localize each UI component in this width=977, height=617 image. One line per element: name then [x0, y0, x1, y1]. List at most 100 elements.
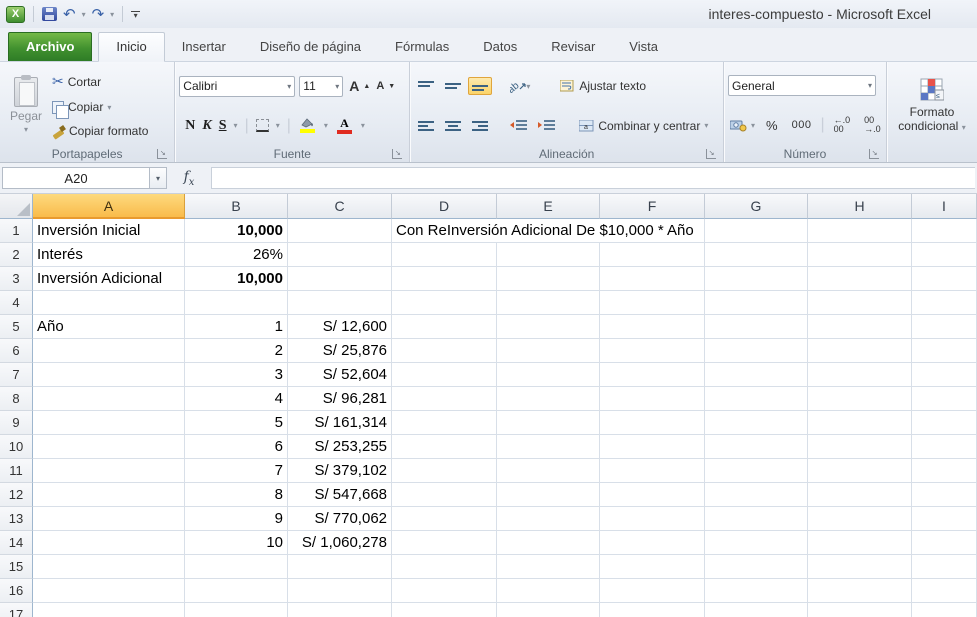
cell-B3[interactable]: 10,000 — [185, 267, 288, 291]
redo-icon[interactable]: ↷ — [92, 7, 105, 22]
cell-I12[interactable] — [912, 483, 977, 507]
cell-I14[interactable] — [912, 531, 977, 555]
decrease-indent-button[interactable] — [506, 117, 531, 135]
cell-F6[interactable] — [600, 339, 705, 363]
cell-G1[interactable] — [705, 219, 808, 243]
fill-color-button[interactable] — [298, 117, 317, 134]
tab-formulas[interactable]: Fórmulas — [378, 33, 466, 61]
cell-H6[interactable] — [808, 339, 912, 363]
cell-E12[interactable] — [497, 483, 600, 507]
formula-input[interactable] — [211, 167, 975, 189]
cell-F13[interactable] — [600, 507, 705, 531]
cell-A14[interactable] — [33, 531, 185, 555]
excel-app-icon[interactable]: X — [6, 6, 25, 23]
cell-I5[interactable] — [912, 315, 977, 339]
cell-D15[interactable] — [392, 555, 497, 579]
tab-revisar[interactable]: Revisar — [534, 33, 612, 61]
cell-A8[interactable] — [33, 387, 185, 411]
cell-E8[interactable] — [497, 387, 600, 411]
dialog-launcher-icon[interactable]: ↘ — [157, 149, 167, 159]
orientation-button[interactable]: ab ▾ — [506, 76, 534, 96]
cell-A9[interactable] — [33, 411, 185, 435]
row-header-3[interactable]: 3 — [0, 267, 33, 291]
cell-D8[interactable] — [392, 387, 497, 411]
cell-E3[interactable] — [497, 267, 600, 291]
font-size-select[interactable]: 11 ▾ — [299, 76, 343, 97]
cell-B4[interactable] — [185, 291, 288, 315]
select-all-corner[interactable] — [0, 194, 33, 219]
font-color-button[interactable]: A — [335, 116, 354, 135]
cell-F11[interactable] — [600, 459, 705, 483]
cell-E13[interactable] — [497, 507, 600, 531]
cell-B13[interactable]: 9 — [185, 507, 288, 531]
cell-D11[interactable] — [392, 459, 497, 483]
cell-A4[interactable] — [33, 291, 185, 315]
cell-G14[interactable] — [705, 531, 808, 555]
cell-H14[interactable] — [808, 531, 912, 555]
cell-G12[interactable] — [705, 483, 808, 507]
format-painter-button[interactable]: Copiar formato — [48, 122, 152, 140]
cell-H8[interactable] — [808, 387, 912, 411]
cell-F9[interactable] — [600, 411, 705, 435]
cell-A1[interactable]: Inversión Inicial — [33, 219, 185, 243]
cell-B2[interactable]: 26% — [185, 243, 288, 267]
row-header-8[interactable]: 8 — [0, 387, 33, 411]
dialog-launcher-icon[interactable]: ↘ — [392, 149, 402, 159]
cell-D7[interactable] — [392, 363, 497, 387]
cell-G16[interactable] — [705, 579, 808, 603]
cell-F14[interactable] — [600, 531, 705, 555]
cell-I13[interactable] — [912, 507, 977, 531]
cell-G8[interactable] — [705, 387, 808, 411]
row-header-7[interactable]: 7 — [0, 363, 33, 387]
cell-A17[interactable] — [33, 603, 185, 617]
cell-F8[interactable] — [600, 387, 705, 411]
shrink-font-button[interactable]: A▼ — [374, 80, 397, 92]
column-header-D[interactable]: D — [392, 194, 497, 219]
column-header-B[interactable]: B — [185, 194, 288, 219]
cell-A7[interactable] — [33, 363, 185, 387]
cell-F15[interactable] — [600, 555, 705, 579]
cell-C5[interactable]: S/ 12,600 — [288, 315, 392, 339]
row-header-5[interactable]: 5 — [0, 315, 33, 339]
cell-A6[interactable] — [33, 339, 185, 363]
tab-vista[interactable]: Vista — [612, 33, 675, 61]
cell-A12[interactable] — [33, 483, 185, 507]
cell-F7[interactable] — [600, 363, 705, 387]
cell-A2[interactable]: Interés — [33, 243, 185, 267]
tab-datos[interactable]: Datos — [466, 33, 534, 61]
fill-color-dropdown-icon[interactable]: ▾ — [324, 121, 328, 130]
cell-A5[interactable]: Año — [33, 315, 185, 339]
underline-dropdown-icon[interactable]: ▾ — [234, 121, 238, 130]
cell-C14[interactable]: S/ 1,060,278 — [288, 531, 392, 555]
cell-C6[interactable]: S/ 25,876 — [288, 339, 392, 363]
cell-E11[interactable] — [497, 459, 600, 483]
cell-G9[interactable] — [705, 411, 808, 435]
cell-H10[interactable] — [808, 435, 912, 459]
tab-diseno-de-pagina[interactable]: Diseño de página — [243, 33, 378, 61]
cell-I7[interactable] — [912, 363, 977, 387]
cell-H13[interactable] — [808, 507, 912, 531]
cut-button[interactable]: ✂ Cortar — [48, 71, 152, 92]
cell-H17[interactable] — [808, 603, 912, 617]
cell-C16[interactable] — [288, 579, 392, 603]
increase-decimal-button[interactable]: ←.0 00 — [829, 114, 856, 136]
cell-D5[interactable] — [392, 315, 497, 339]
cell-B1[interactable]: 10,000 — [185, 219, 288, 243]
cell-F3[interactable] — [600, 267, 705, 291]
cell-H12[interactable] — [808, 483, 912, 507]
cell-G4[interactable] — [705, 291, 808, 315]
cell-F17[interactable] — [600, 603, 705, 617]
cell-E16[interactable] — [497, 579, 600, 603]
row-header-10[interactable]: 10 — [0, 435, 33, 459]
cell-H1[interactable] — [808, 219, 912, 243]
cell-G10[interactable] — [705, 435, 808, 459]
cell-G13[interactable] — [705, 507, 808, 531]
cell-F12[interactable] — [600, 483, 705, 507]
row-header-15[interactable]: 15 — [0, 555, 33, 579]
cell-C3[interactable] — [288, 267, 392, 291]
column-header-F[interactable]: F — [600, 194, 705, 219]
cell-G6[interactable] — [705, 339, 808, 363]
cell-G3[interactable] — [705, 267, 808, 291]
cell-C13[interactable]: S/ 770,062 — [288, 507, 392, 531]
cell-I3[interactable] — [912, 267, 977, 291]
